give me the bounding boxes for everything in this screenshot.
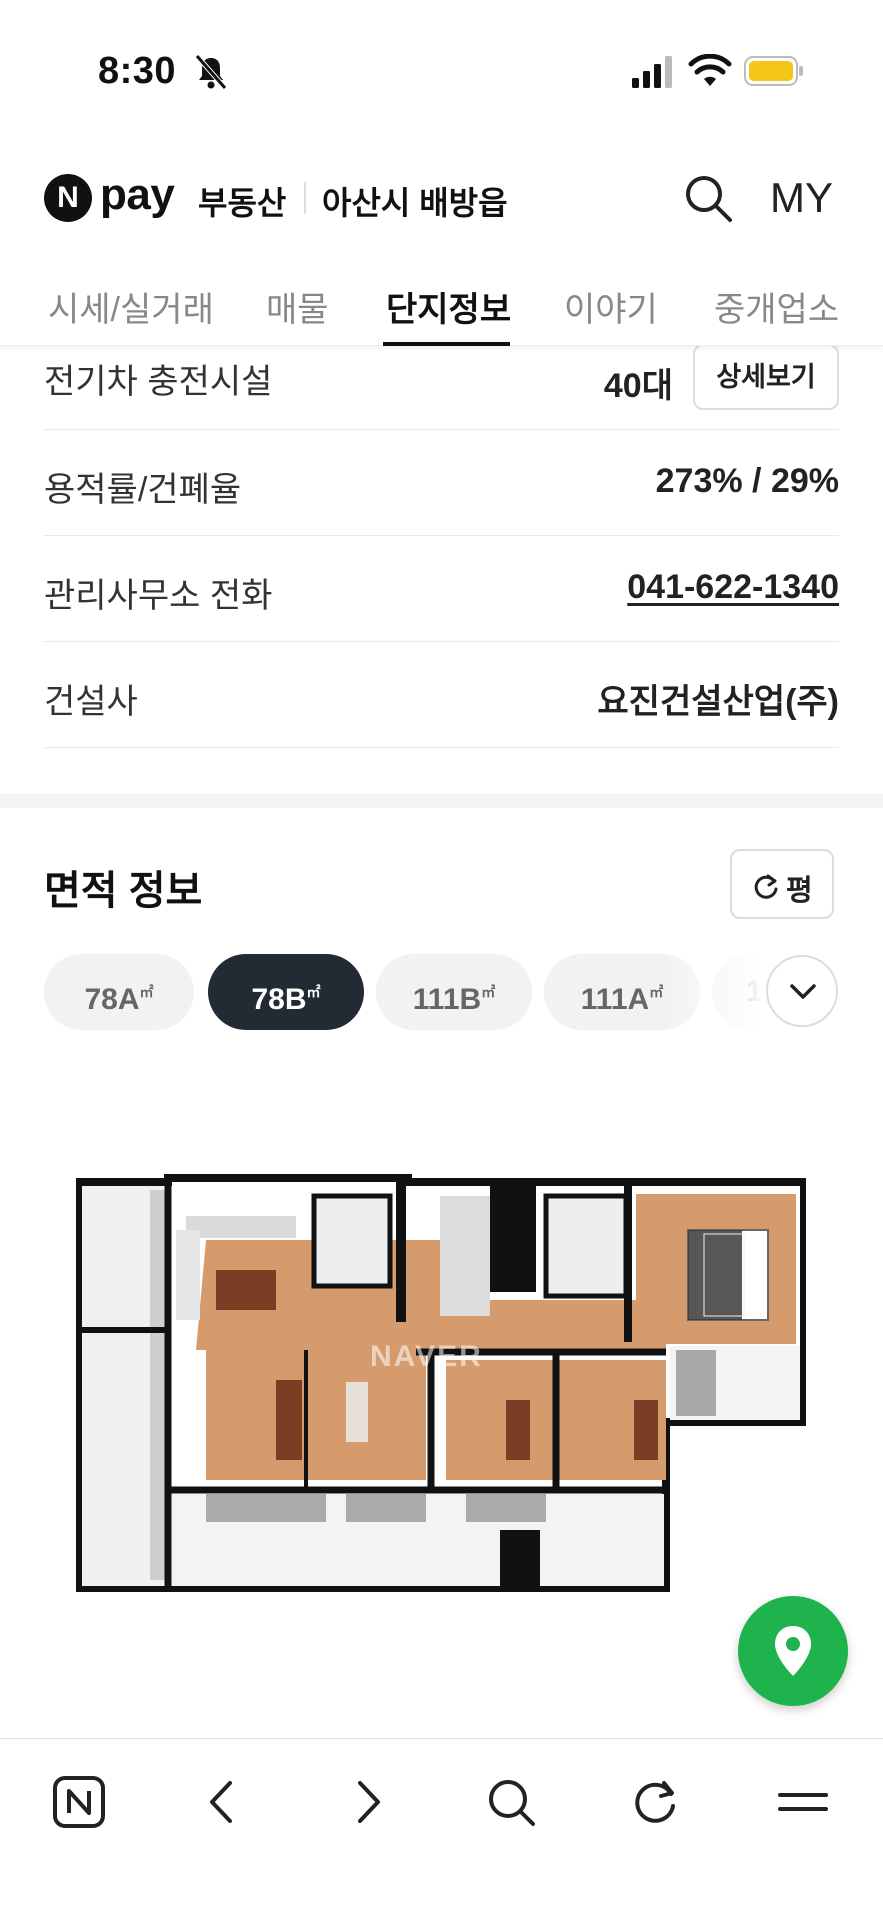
ev-charging-value: 40대 xyxy=(603,367,673,405)
battery-icon xyxy=(744,56,803,86)
chip-label: 111B xyxy=(412,983,482,1016)
builder-label: 건설사 xyxy=(44,683,138,721)
refresh-icon xyxy=(754,874,778,899)
tab-bar: 시세/실거래 매물 단지정보 이야기 중개업소 xyxy=(0,264,883,346)
chevron-down-icon xyxy=(790,984,816,999)
service-title[interactable]: 부동산 xyxy=(198,178,286,224)
search-icon xyxy=(489,1780,535,1826)
reload-button[interactable] xyxy=(620,1767,690,1837)
area-chip-78b[interactable]: 78B㎡ xyxy=(208,954,364,1030)
info-row-office-phone: 관리사무소 전화 041-622-1340 xyxy=(44,536,839,642)
tab-agencies[interactable]: 중개업소 xyxy=(714,282,839,331)
region-title[interactable]: 아산시 배방읍 xyxy=(322,178,508,224)
area-chip-list: 78A㎡ 78B㎡ 111B㎡ 111A㎡ 1 xyxy=(44,954,764,1030)
chip-unit: ㎡ xyxy=(306,984,321,1000)
reload-icon xyxy=(635,1781,675,1823)
office-phone-label: 관리사무소 전화 xyxy=(44,577,273,615)
chip-unit: ㎡ xyxy=(139,984,154,1000)
tab-price[interactable]: 시세/실거래 xyxy=(48,282,214,331)
naver-watermark: NAVER xyxy=(370,1340,483,1373)
info-row-builder: 건설사 요진건설산업(주) xyxy=(44,642,839,748)
naver-n-icon xyxy=(53,1776,105,1828)
browser-toolbar xyxy=(0,1738,883,1920)
back-icon xyxy=(210,1781,232,1823)
ev-detail-button[interactable]: 상세보기 xyxy=(693,344,839,410)
bell-slash-icon xyxy=(195,54,227,90)
menu-icon xyxy=(778,1793,828,1811)
signal-icon xyxy=(632,56,672,88)
area-info-title: 면적 정보 xyxy=(44,869,203,913)
tab-stories[interactable]: 이야기 xyxy=(564,282,658,331)
area-chip-78a[interactable]: 78A㎡ xyxy=(44,954,194,1030)
chip-label: 78A xyxy=(84,983,140,1016)
chip-label: 111A xyxy=(580,983,650,1016)
forward-button[interactable] xyxy=(332,1767,402,1837)
area-chip-expand-button[interactable] xyxy=(766,955,838,1027)
app-header: N pay 부동산 아산시 배방읍 MY xyxy=(0,160,883,234)
chip-fade-overlay xyxy=(664,940,764,1040)
status-time: 8:30 xyxy=(98,50,177,92)
builder-value: 요진건설산업(주) xyxy=(597,683,839,721)
map-pin-icon xyxy=(775,1626,811,1676)
naver-home-button[interactable] xyxy=(44,1767,114,1837)
forward-icon xyxy=(358,1781,380,1823)
browser-search-button[interactable] xyxy=(476,1767,546,1837)
floor-ratio-label: 용적률/건폐율 xyxy=(44,471,242,509)
floor-ratio-value: 273% / 29% xyxy=(655,462,839,500)
header-divider xyxy=(304,182,306,214)
tab-listings[interactable]: 매물 xyxy=(266,282,329,331)
info-row-floor-ratio: 용적률/건폐율 273% / 29% xyxy=(44,430,839,536)
chip-unit: ㎡ xyxy=(649,984,664,1000)
tab-complex-info[interactable]: 단지정보 xyxy=(386,282,511,331)
floor-plan-image xyxy=(76,1174,806,1592)
map-floating-button[interactable] xyxy=(738,1596,848,1706)
office-phone-link[interactable]: 041-622-1340 xyxy=(627,568,839,607)
back-button[interactable] xyxy=(188,1767,258,1837)
status-bar: 8:30 xyxy=(0,0,883,140)
unit-toggle-label: 평 xyxy=(786,875,813,907)
section-divider xyxy=(0,794,883,808)
info-row-ev-charging: 전기차 충전시설 40대 상세보기 xyxy=(44,340,839,430)
active-tab-indicator xyxy=(383,342,510,346)
chip-unit: ㎡ xyxy=(481,984,496,1000)
chip-label: 78B xyxy=(251,983,307,1016)
unit-toggle-button[interactable]: 평 xyxy=(730,849,834,919)
my-button[interactable]: MY xyxy=(770,174,833,222)
search-icon[interactable] xyxy=(682,172,734,224)
ev-charging-label: 전기차 충전시설 xyxy=(44,363,273,401)
menu-button[interactable] xyxy=(768,1767,838,1837)
wifi-icon xyxy=(688,54,732,86)
area-chip-111b[interactable]: 111B㎡ xyxy=(376,954,532,1030)
naver-logo-icon[interactable]: N xyxy=(44,174,92,222)
pay-logo-text[interactable]: pay xyxy=(100,170,175,220)
